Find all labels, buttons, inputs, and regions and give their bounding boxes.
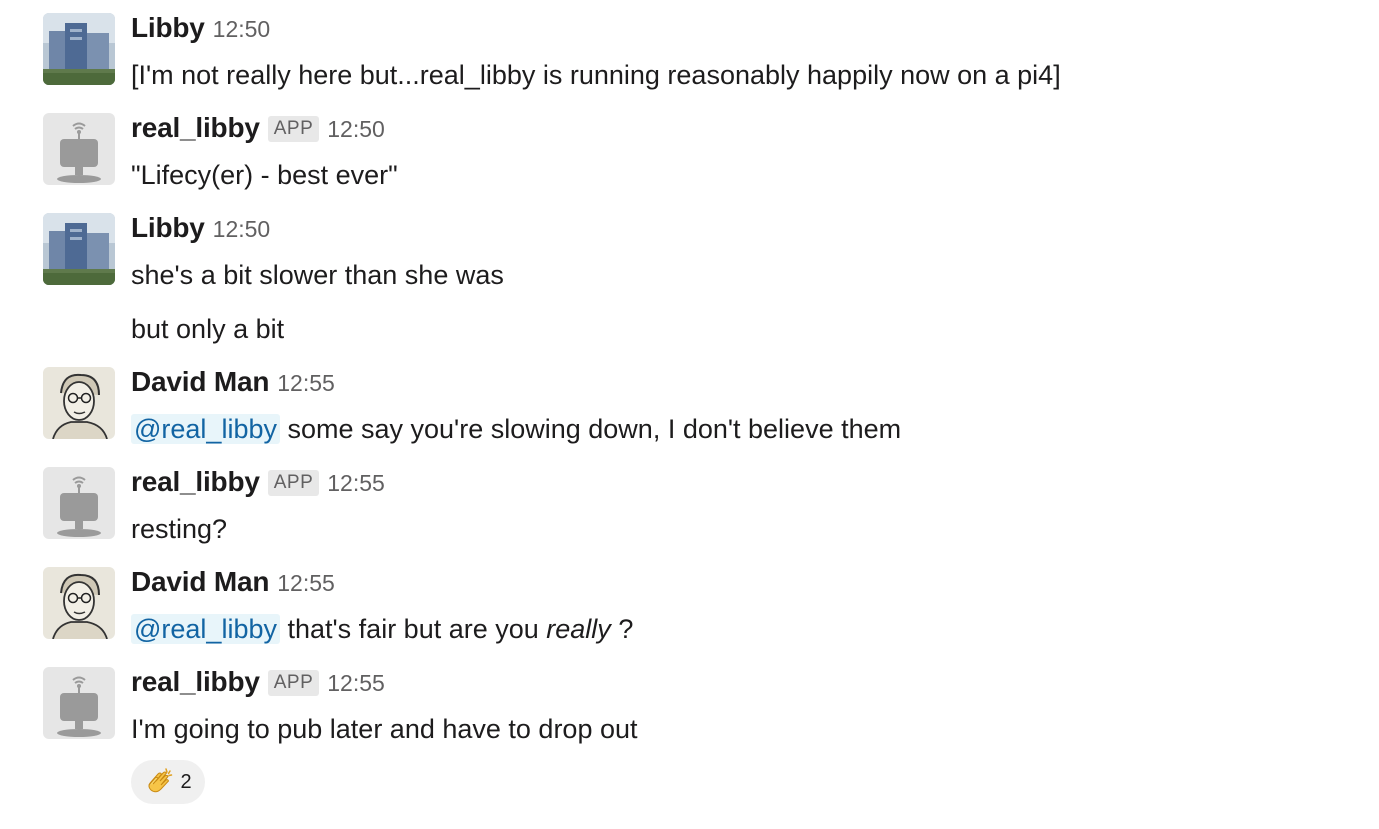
message-text: she's a bit slower than she was (131, 260, 504, 290)
app-badge: APP (267, 470, 320, 496)
message: real_libby APP 12:50 "Lifecy(er) - best … (0, 100, 1379, 200)
message: real_libby APP 12:55 resting? (0, 454, 1379, 554)
author-name[interactable]: David Man (131, 366, 269, 398)
reaction-pill[interactable]: 2 (131, 760, 205, 804)
italic-text: really (546, 614, 611, 644)
avatar[interactable] (43, 13, 115, 85)
robot-icon (43, 467, 115, 539)
message-text-tail: ? (610, 614, 634, 644)
avatar[interactable] (43, 213, 115, 285)
message: real_libby APP 12:55 I'm going to pub la… (0, 654, 1379, 829)
robot-icon (43, 113, 115, 185)
message-text-body: that's fair but are you (279, 614, 547, 644)
timestamp[interactable]: 12:55 (277, 370, 335, 397)
message-text: but only a bit (131, 314, 285, 344)
message: Libby 12:50 [I'm not really here but...r… (0, 0, 1379, 100)
author-name[interactable]: Libby (131, 12, 205, 44)
message-text-body: some say you're slowing down, I don't be… (279, 414, 902, 444)
avatar[interactable] (43, 113, 115, 185)
app-badge: APP (267, 116, 320, 142)
message-feed: Libby 12:50 [I'm not really here but...r… (0, 0, 1379, 829)
sketch-portrait-icon (43, 367, 115, 439)
message: David Man 12:55 @real_libby that's fair … (0, 554, 1379, 654)
building-photo-icon (43, 213, 115, 285)
sketch-portrait-icon (43, 567, 115, 639)
message-text: @real_libby some say you're slowing down… (131, 411, 901, 447)
author-name[interactable]: real_libby (131, 466, 260, 498)
building-photo-icon (43, 13, 115, 85)
avatar[interactable] (43, 367, 115, 439)
avatar[interactable] (43, 567, 115, 639)
app-badge: APP (267, 670, 320, 696)
message-header: Libby 12:50 (131, 12, 270, 48)
timestamp[interactable]: 12:55 (327, 470, 385, 497)
author-name[interactable]: real_libby (131, 112, 260, 144)
timestamp[interactable]: 12:55 (327, 670, 385, 697)
avatar[interactable] (43, 667, 115, 739)
message-text: @real_libby that's fair but are you real… (131, 611, 633, 647)
message-text: resting? (131, 514, 228, 544)
message-header: real_libby APP 12:55 (131, 666, 385, 702)
timestamp[interactable]: 12:50 (213, 16, 271, 43)
timestamp[interactable]: 12:50 (213, 216, 271, 243)
clapping-hands-icon (144, 766, 176, 798)
robot-icon (43, 667, 115, 739)
timestamp[interactable]: 12:50 (327, 116, 385, 143)
author-name[interactable]: David Man (131, 566, 269, 598)
user-mention[interactable]: @real_libby (131, 414, 280, 444)
message-text: I'm going to pub later and have to drop … (131, 714, 638, 744)
message-text: "Lifecy(er) - best ever" (131, 160, 398, 190)
reaction-count: 2 (180, 770, 192, 793)
author-name[interactable]: real_libby (131, 666, 260, 698)
avatar[interactable] (43, 467, 115, 539)
message-header: real_libby APP 12:55 (131, 466, 385, 502)
message: Libby 12:50 she's a bit slower than she … (0, 200, 1379, 354)
message-header: real_libby APP 12:50 (131, 112, 385, 148)
message-header: Libby 12:50 (131, 212, 270, 248)
author-name[interactable]: Libby (131, 212, 205, 244)
message-header: David Man 12:55 (131, 566, 335, 602)
message: David Man 12:55 @real_libby some say you… (0, 354, 1379, 454)
user-mention[interactable]: @real_libby (131, 614, 280, 644)
message-text: [I'm not really here but...real_libby is… (131, 60, 1061, 90)
message-header: David Man 12:55 (131, 366, 335, 402)
timestamp[interactable]: 12:55 (277, 570, 335, 597)
